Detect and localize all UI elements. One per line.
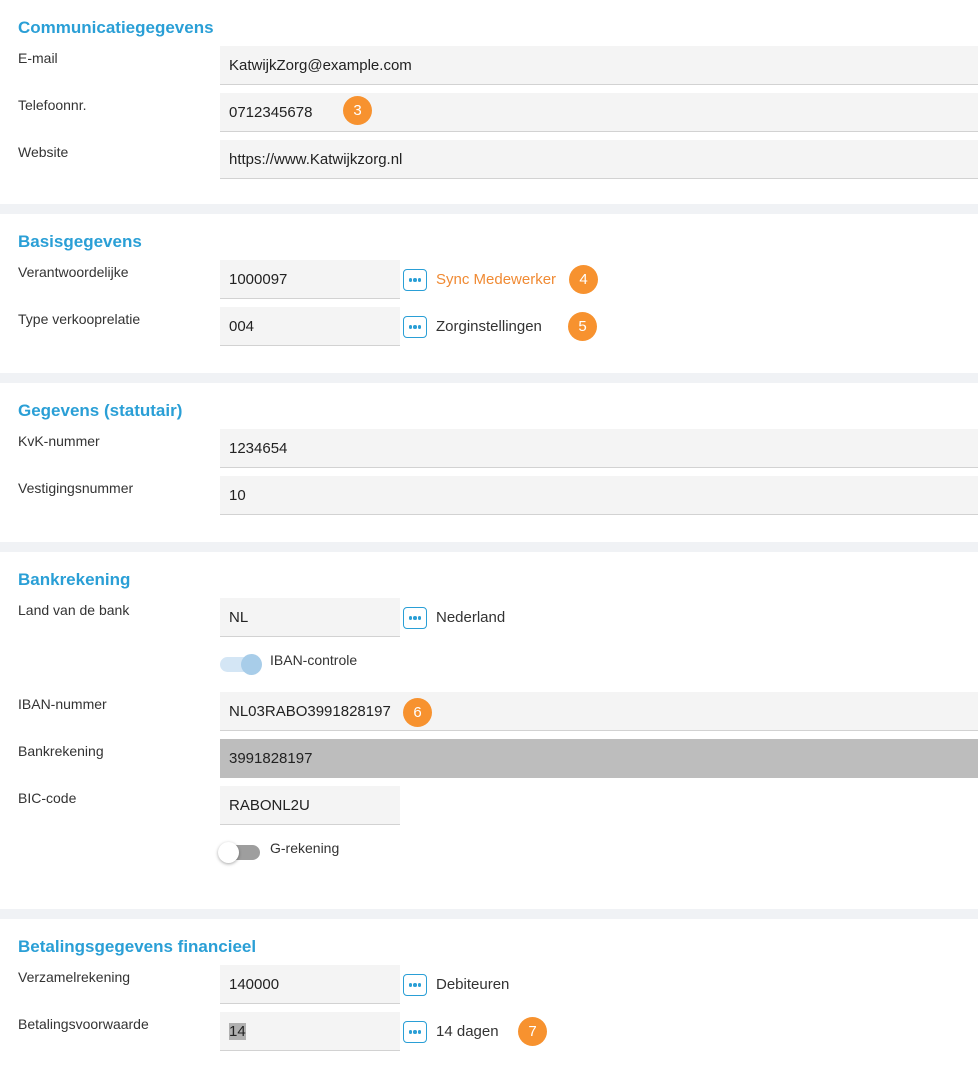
- bic-row: BIC-code RABONL2U: [18, 786, 978, 833]
- section-title: Gegevens (statutair): [18, 401, 183, 420]
- verzamelrekening-desc: Debiteuren: [436, 976, 510, 993]
- verzamelrekening-row: Verzamelrekening 140000 Debiteuren: [18, 965, 978, 1012]
- email-row: E-mail KatwijkZorg@example.com: [18, 46, 978, 93]
- g-rekening-row: G-rekening: [18, 833, 978, 880]
- ellipsis-lookup-icon[interactable]: [403, 316, 427, 338]
- website-label: Website: [18, 144, 69, 160]
- iban-field[interactable]: NL03RABO3991828197: [220, 692, 978, 731]
- callout-badge-4: 4: [569, 265, 598, 294]
- section-basisgegevens: Basisgegevens Verantwoordelijke 1000097 …: [0, 214, 978, 373]
- bankrekening-field: 3991828197: [220, 739, 978, 778]
- ellipsis-lookup-icon[interactable]: [403, 607, 427, 629]
- verzamelrekening-label: Verzamelrekening: [18, 969, 131, 985]
- kvk-row: KvK-nummer 1234654: [18, 429, 978, 476]
- bic-label: BIC-code: [18, 790, 77, 806]
- section-title: Bankrekening: [18, 570, 131, 589]
- betalingsvoorwaarde-desc: 14 dagen: [436, 1023, 499, 1040]
- callout-badge-3: 3: [343, 96, 372, 125]
- verantwoordelijke-row: Verantwoordelijke 1000097 Sync Medewerke…: [18, 260, 978, 307]
- website-row: Website https://www.Katwijkzorg.nl: [18, 140, 978, 187]
- vestiging-row: Vestigingsnummer 10: [18, 476, 978, 523]
- callout-badge-5: 5: [568, 312, 597, 341]
- email-field[interactable]: KatwijkZorg@example.com: [220, 46, 978, 85]
- ellipsis-lookup-icon[interactable]: [403, 974, 427, 996]
- type-verkooprelatie-label: Type verkooprelatie: [18, 311, 141, 327]
- callout-badge-6: 6: [403, 698, 432, 727]
- betalingsvoorwaarde-field[interactable]: 14: [220, 1012, 400, 1051]
- bankrekening-row: Bankrekening 3991828197: [18, 739, 978, 786]
- section-bankrekening: Bankrekening Land van de bank NL Nederla…: [0, 552, 978, 909]
- verzamelrekening-field[interactable]: 140000: [220, 965, 400, 1004]
- g-rekening-toggle[interactable]: [218, 842, 260, 863]
- bankrekening-label: Bankrekening: [18, 743, 104, 759]
- kvk-field[interactable]: 1234654: [220, 429, 978, 468]
- section-communicatiegegevens: Communicatiegegevens E-mail KatwijkZorg@…: [0, 0, 978, 204]
- iban-controle-toggle[interactable]: [220, 654, 262, 675]
- telefoon-label: Telefoonnr.: [18, 97, 87, 113]
- telefoon-field[interactable]: 0712345678: [220, 93, 978, 132]
- verantwoordelijke-field[interactable]: 1000097: [220, 260, 400, 299]
- section-gegevens-statutair: Gegevens (statutair) KvK-nummer 1234654 …: [0, 383, 978, 542]
- section-title: Basisgegevens: [18, 232, 142, 251]
- type-verkooprelatie-field[interactable]: 004: [220, 307, 400, 346]
- section-title: Betalingsgegevens financieel: [18, 937, 257, 956]
- g-rekening-label: G-rekening: [270, 840, 340, 856]
- ellipsis-lookup-icon[interactable]: [403, 269, 427, 291]
- section-title: Communicatiegegevens: [18, 18, 214, 37]
- callout-badge-7: 7: [518, 1017, 547, 1046]
- iban-label: IBAN-nummer: [18, 696, 107, 712]
- iban-row: IBAN-nummer NL03RABO3991828197 6: [18, 692, 978, 739]
- land-row: Land van de bank NL Nederland: [18, 598, 978, 645]
- verantwoordelijke-label: Verantwoordelijke: [18, 264, 129, 280]
- type-verkooprelatie-row: Type verkooprelatie 004 Zorginstellingen…: [18, 307, 978, 354]
- vestiging-label: Vestigingsnummer: [18, 480, 134, 496]
- vestiging-field[interactable]: 10: [220, 476, 978, 515]
- website-field[interactable]: https://www.Katwijkzorg.nl: [220, 140, 978, 179]
- iban-controle-label: IBAN-controle: [270, 652, 358, 668]
- land-desc: Nederland: [436, 609, 506, 626]
- land-field[interactable]: NL: [220, 598, 400, 637]
- iban-controle-row: IBAN-controle: [18, 645, 978, 692]
- bic-field[interactable]: RABONL2U: [220, 786, 400, 825]
- kvk-label: KvK-nummer: [18, 433, 100, 449]
- section-betalingsgegevens: Betalingsgegevens financieel Verzamelrek…: [0, 919, 978, 1074]
- selected-value: 14: [229, 1023, 246, 1040]
- land-label: Land van de bank: [18, 602, 130, 618]
- betalingsvoorwaarde-row: Betalingsvoorwaarde 14 14 dagen 7: [18, 1012, 978, 1059]
- type-verkooprelatie-desc: Zorginstellingen: [436, 318, 542, 335]
- verantwoordelijke-desc-link[interactable]: Sync Medewerker: [436, 260, 556, 300]
- ellipsis-lookup-icon[interactable]: [403, 1021, 427, 1043]
- email-label: E-mail: [18, 50, 58, 66]
- betalingsvoorwaarde-label: Betalingsvoorwaarde: [18, 1016, 149, 1032]
- toggle-knob: [241, 654, 262, 675]
- toggle-knob: [218, 842, 239, 863]
- telefoon-row: Telefoonnr. 0712345678 3: [18, 93, 978, 140]
